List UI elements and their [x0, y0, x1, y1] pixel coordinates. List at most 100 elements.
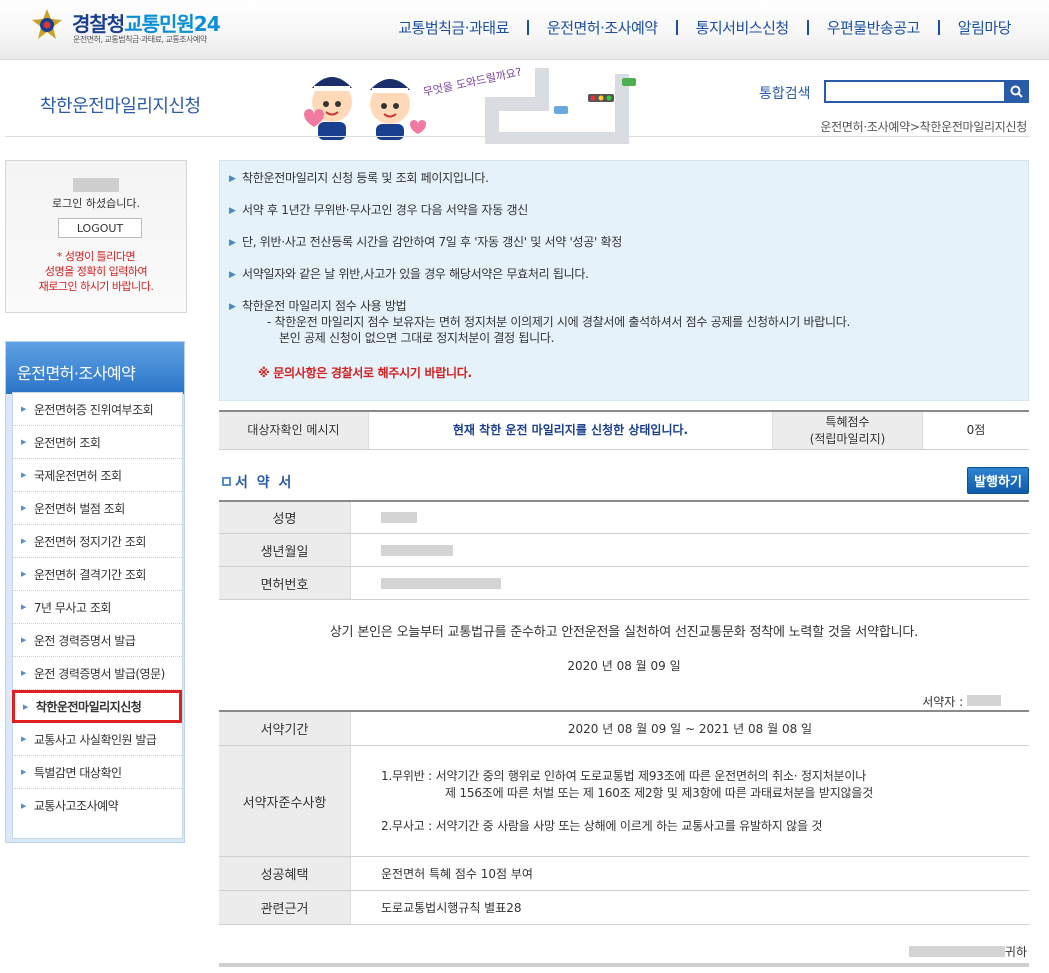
- info-subtext: 본인 공제 신청이 없으면 그대로 정지처분이 결정 됩니다.: [279, 331, 555, 345]
- name-label: 성명: [219, 502, 351, 533]
- arrow-right-icon: ▶: [21, 768, 26, 776]
- top-header: 경찰청교통민원24 운전면허, 교통범칙금·과태료, 교통조사예약 교통범칙금·…: [0, 0, 1049, 60]
- side-nav: 운전면허·조사예약 ▶ 운전면허증 진위여부조회 ▶ 운전면허 조회 ▶ 국제운전면허…: [5, 341, 185, 843]
- arrow-right-icon: ▶: [21, 801, 26, 810]
- search-input[interactable]: [824, 80, 1006, 103]
- arrow-right-icon: ▶: [21, 669, 26, 677]
- license-label: 면허번호: [219, 567, 351, 599]
- arrow-right-icon: ▶: [21, 537, 26, 545]
- arrow-right-icon: ▶: [21, 471, 26, 479]
- breadcrumb: 운전면허·조사예약>착한운전마일리지신청: [820, 120, 1027, 134]
- info-warning: ※ 문의사항은 경찰서로 해주시기 바랍니다.: [258, 366, 472, 380]
- info-box: 착한운전마일리지 신청 등록 및 조회 페이지입니다. 서약 후 1년간 무위반…: [219, 160, 1029, 401]
- sidebar-item-suspension[interactable]: ▶ 운전면허 정지기간 조회: [13, 525, 182, 558]
- info-item: 서약 후 1년간 무위반·무사고인 경우 다음 서약을 자동 갱신: [220, 202, 1028, 219]
- name-value-masked: [351, 502, 1029, 533]
- mascot-speech: 무엇을 도와드릴까요?: [422, 65, 523, 99]
- info-subtext: - 착한운전 마일리지 점수 보유자는 면허 정지처분 이의제기 시에 경찰서에…: [267, 315, 851, 329]
- period-label: 서약기간: [219, 712, 351, 745]
- conditions-label: 서약자준수사항: [219, 746, 351, 856]
- basis-label: 관련근거: [219, 891, 351, 924]
- pledge-title: 서 약 서: [222, 472, 293, 492]
- pledge-date: 2020 년 08 월 09 일: [567, 659, 681, 673]
- arrow-right-icon: ▶: [21, 735, 26, 743]
- table-row: 성명: [219, 502, 1029, 534]
- table-row: 서약기간 2020 년 08 월 09 일 ~ 2021 년 08 월 08 일: [219, 712, 1029, 746]
- status-table: 대상자확인 메시지 현재 착한 운전 마일리지를 신청한 상태입니다. 특혜점수…: [219, 410, 1029, 450]
- status-label: 대상자확인 메시지: [219, 412, 369, 449]
- basis-value: 도로교통법시행규칙 별표28: [381, 901, 522, 915]
- sidebar-item-no-accident[interactable]: ▶ 7년 무사고 조회: [13, 591, 182, 624]
- status-message: 현재 착한 운전 마일리지를 신청한 상태입니다.: [369, 412, 773, 449]
- table-row: 성공혜택 운전면허 특혜 점수 10점 부여: [219, 857, 1029, 891]
- birth-label: 생년월일: [219, 534, 351, 566]
- sidebar-item-accident-reservation[interactable]: ▶ 교통사고조사예약: [13, 789, 182, 822]
- pledge-statement-area: 상기 본인은 오늘부터 교통법규를 준수하고 안전운전을 실천하여 선진교통문화…: [219, 601, 1029, 710]
- table-row: 관련근거 도로교통법시행규칙 별표28: [219, 891, 1029, 924]
- divider: [5, 136, 1029, 137]
- issue-button[interactable]: 발행하기: [967, 467, 1029, 494]
- search-button[interactable]: [1004, 80, 1029, 103]
- sidebar-item-career-cert-en[interactable]: ▶ 운전 경력증명서 발급(영문): [13, 657, 182, 690]
- side-nav-list: ▶ 운전면허증 진위여부조회 ▶ 운전면허 조회 ▶ 국제운전면허 조회 ▶ 운전면허 …: [12, 392, 183, 839]
- gnb-fines[interactable]: 교통범칙금·과태료: [380, 17, 527, 38]
- search-label: 통합검색: [759, 86, 811, 102]
- square-bullet-icon: [222, 477, 231, 486]
- sidebar-item-disqualification[interactable]: ▶ 운전면허 결격기간 조회: [13, 558, 182, 591]
- gnb-returned-mail[interactable]: 우편물반송공고: [809, 17, 938, 38]
- sidebar-item-mileage[interactable]: ▶ 착한운전마일리지신청: [12, 690, 182, 723]
- logo-text: 경찰청교통민원24: [72, 12, 221, 36]
- divider: [219, 963, 1029, 967]
- sidebar-item-penalty-points[interactable]: ▶ 운전면허 벌점 조회: [13, 492, 182, 525]
- info-item: 단, 위반·사고 전산등록 시간을 감안하여 7일 후 '자동 갱신' 및 서약…: [220, 234, 1028, 251]
- login-box: 로그인 하셨습니다. LOGOUT * 성명이 틀리다면 성명을 정확히 입력하…: [5, 160, 187, 313]
- sidebar-item-license-verify[interactable]: ▶ 운전면허증 진위여부조회: [13, 393, 182, 426]
- search-icon: [1010, 85, 1023, 98]
- info-item: 착한운전 마일리지 점수 사용 방법 - 착한운전 마일리지 점수 보유자는 면…: [220, 298, 1028, 346]
- login-notice: * 성명이 틀리다면 성명을 정확히 입력하여 재로그인 하시기 바랍니다.: [38, 250, 154, 293]
- police-emblem-icon: [32, 9, 62, 39]
- license-value-masked: [351, 567, 1029, 599]
- recipient: 귀하: [908, 943, 1027, 960]
- logo-subtitle: 운전면허, 교통범칙금·과태료, 교통조사예약: [73, 35, 207, 44]
- arrow-right-icon: ▶: [21, 636, 26, 644]
- gnb-notification[interactable]: 통지서비스신청: [678, 17, 807, 38]
- user-name-masked: [73, 177, 119, 192]
- sidebar-item-career-cert[interactable]: ▶ 운전 경력증명서 발급: [13, 624, 182, 657]
- sidebar-item-license-lookup[interactable]: ▶ 운전면허 조회: [13, 426, 182, 459]
- benefit-value: 운전면허 특혜 점수 10점 부여: [381, 867, 533, 881]
- benefit-label: 성공혜택: [219, 857, 351, 890]
- gnb-license[interactable]: 운전면허·조사예약: [529, 17, 676, 38]
- conditions-text: 1.무위반 : 서약기간 중의 행위로 인하여 도로교통법 제93조에 따른 운…: [381, 769, 874, 833]
- mascot-illustration: 무엇을 도와드릴까요?: [304, 65, 636, 144]
- period-value: 2020 년 08 월 09 일 ~ 2021 년 08 월 08 일: [567, 722, 813, 736]
- pledge-signer: 서약자 :: [922, 693, 1001, 710]
- arrow-right-icon: ▶: [23, 702, 28, 711]
- birth-value-masked: [351, 534, 1029, 566]
- global-nav: 교통범칙금·과태료 운전면허·조사예약 통지서비스신청 우편물반송공고 알림마당: [380, 17, 1029, 38]
- sidebar-item-accident-cert[interactable]: ▶ 교통사고 사실확인원 발급: [13, 723, 182, 756]
- arrow-right-icon: ▶: [21, 438, 26, 446]
- table-row: 서약자준수사항 1.무위반 : 서약기간 중의 행위로 인하여 도로교통법 제9…: [219, 746, 1029, 857]
- arrow-right-icon: ▶: [21, 405, 26, 413]
- gnb-notice[interactable]: 알림마당: [940, 17, 1029, 38]
- info-item: 착한운전마일리지 신청 등록 및 조회 페이지입니다.: [220, 170, 1028, 187]
- pledge-terms-table: 서약기간 2020 년 08 월 09 일 ~ 2021 년 08 월 08 일…: [219, 710, 1029, 925]
- table-row: 생년월일: [219, 534, 1029, 567]
- pledge-info-table: 성명 생년월일 면허번호: [219, 500, 1029, 600]
- arrow-right-icon: ▶: [21, 603, 26, 611]
- sidebar-item-special-reduction[interactable]: ▶ 특별감면 대상확인: [13, 756, 182, 789]
- arrow-right-icon: ▶: [21, 570, 26, 578]
- arrow-right-icon: ▶: [21, 504, 26, 512]
- points-label: 특혜점수 (적립마일리지): [773, 412, 923, 449]
- info-item: 서약일자와 같은 날 위반,사고가 있을 경우 해당서약은 무효처리 됩니다.: [220, 266, 1028, 283]
- side-nav-title: 운전면허·조사예약: [6, 342, 184, 394]
- sidebar-item-intl-license[interactable]: ▶ 국제운전면허 조회: [13, 459, 182, 492]
- login-status: 로그인 하셨습니다.: [52, 197, 140, 210]
- logout-button[interactable]: LOGOUT: [58, 218, 142, 238]
- pledge-statement: 상기 본인은 오늘부터 교통법규를 준수하고 안전운전을 실천하여 선진교통문화…: [329, 625, 919, 640]
- points-value: 0점: [966, 423, 986, 437]
- page-title: 착한운전마일리지신청: [40, 96, 201, 117]
- table-row: 면허번호: [219, 567, 1029, 600]
- site-logo[interactable]: 경찰청교통민원24 운전면허, 교통범칙금·과태료, 교통조사예약: [30, 6, 250, 46]
